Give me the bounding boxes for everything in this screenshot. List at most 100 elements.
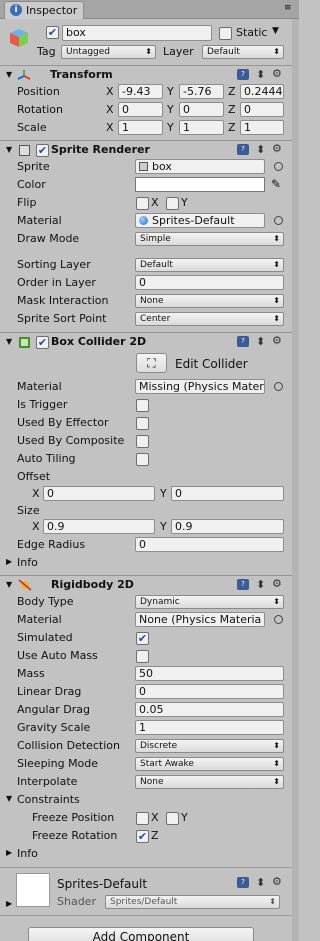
- collider-material-field[interactable]: Missing (Physics Mater: [135, 379, 265, 394]
- scale-y-field[interactable]: 1: [179, 120, 224, 135]
- sprite-sort-point-dropdown[interactable]: Center ⬍: [135, 312, 284, 326]
- collider-info-foldout[interactable]: Info: [17, 556, 38, 570]
- is-trigger-checkbox[interactable]: [136, 399, 149, 412]
- offset-y-axis: Y: [160, 487, 167, 500]
- help-book-icon[interactable]: ?: [237, 69, 249, 80]
- material-field[interactable]: Sprites-Default: [135, 213, 265, 228]
- tag-value: Untagged: [66, 47, 111, 57]
- flip-y-checkbox[interactable]: [166, 197, 179, 210]
- component-settings-icon[interactable]: ⚙: [272, 143, 282, 155]
- flip-x-checkbox[interactable]: [136, 197, 149, 210]
- sprite-field[interactable]: box: [135, 159, 265, 174]
- static-checkbox[interactable]: [219, 27, 232, 40]
- layer-value: Default: [207, 47, 240, 57]
- object-picker-icon[interactable]: [274, 615, 283, 624]
- color-picker-icon[interactable]: ✎: [271, 177, 281, 191]
- linear-drag-field[interactable]: 0: [135, 684, 284, 699]
- static-dropdown-icon[interactable]: ▼: [272, 26, 279, 36]
- mask-interaction-dropdown[interactable]: None ⬍: [135, 294, 284, 308]
- scrollbar[interactable]: [292, 19, 299, 941]
- component-settings-icon[interactable]: ⚙: [272, 578, 282, 590]
- used-by-effector-checkbox[interactable]: [136, 417, 149, 430]
- component-settings-icon[interactable]: ⚙: [272, 335, 282, 347]
- sorting-layer-dropdown[interactable]: Default ⬍: [135, 258, 284, 272]
- help-book-icon[interactable]: ?: [237, 579, 249, 590]
- gameobject-active-checkbox[interactable]: ✔: [46, 26, 59, 39]
- fold-open-icon[interactable]: ▼: [6, 576, 12, 594]
- add-component-button[interactable]: Add Component: [28, 927, 254, 941]
- constraints-foldout[interactable]: Constraints: [17, 793, 80, 807]
- size-y-field[interactable]: 0.9: [171, 519, 284, 534]
- freeze-position-y-checkbox[interactable]: [166, 812, 179, 825]
- dropdown-arrow-icon: ⬍: [273, 234, 280, 243]
- box-collider-header[interactable]: ▼ ✔ Box Collider 2D ? ⬍ ⚙: [0, 332, 299, 351]
- object-picker-icon[interactable]: [274, 382, 283, 391]
- fold-closed-icon[interactable]: ▶: [6, 557, 12, 566]
- body-type-dropdown[interactable]: Dynamic ⬍: [135, 595, 284, 609]
- object-picker-icon[interactable]: [274, 216, 283, 225]
- preset-icon[interactable]: ⬍: [256, 144, 265, 156]
- size-x-field[interactable]: 0.9: [43, 519, 155, 534]
- auto-tiling-label: Auto Tiling: [17, 452, 76, 465]
- transform-header[interactable]: ▼ Transform ? ⬍ ⚙: [0, 65, 299, 84]
- preset-icon[interactable]: ⬍: [256, 336, 265, 348]
- freeze-rotation-z-checkbox[interactable]: ✔: [136, 830, 149, 843]
- rigidbody-header[interactable]: ▼ Rigidbody 2D ? ⬍ ⚙: [0, 575, 299, 594]
- fold-open-icon[interactable]: ▼: [6, 333, 12, 351]
- mass-field[interactable]: 50: [135, 666, 284, 681]
- tab-menu-icon[interactable]: ≡: [284, 3, 292, 13]
- layer-dropdown[interactable]: Default ⬍: [202, 45, 284, 59]
- component-settings-icon[interactable]: ⚙: [272, 876, 282, 888]
- interpolate-dropdown[interactable]: None ⬍: [135, 775, 284, 789]
- tab-inspector[interactable]: i Inspector: [4, 1, 84, 19]
- scale-x-field[interactable]: 1: [118, 120, 163, 135]
- offset-y-field[interactable]: 0: [171, 486, 284, 501]
- fold-open-icon[interactable]: ▼: [6, 66, 12, 84]
- preset-icon[interactable]: ⬍: [256, 877, 265, 889]
- fold-closed-icon[interactable]: ▶: [6, 848, 12, 857]
- tag-dropdown[interactable]: Untagged ⬍: [61, 45, 156, 59]
- collision-detection-dropdown[interactable]: Discrete ⬍: [135, 739, 284, 753]
- static-label: Static: [236, 26, 268, 39]
- position-z-field[interactable]: 0.2444: [240, 84, 284, 99]
- help-book-icon[interactable]: ?: [237, 336, 249, 347]
- auto-tiling-checkbox[interactable]: [136, 453, 149, 466]
- rigidbody-info-foldout[interactable]: Info: [17, 847, 38, 861]
- shader-dropdown[interactable]: Sprites/Default ⬍: [105, 895, 280, 909]
- sprite-renderer-enabled-checkbox[interactable]: ✔: [36, 144, 49, 157]
- angular-drag-field[interactable]: 0.05: [135, 702, 284, 717]
- rotation-x-field[interactable]: 0: [118, 102, 163, 117]
- rotation-y-field[interactable]: 0: [179, 102, 224, 117]
- position-x-field[interactable]: -9.43: [118, 84, 163, 99]
- draw-mode-dropdown[interactable]: Simple ⬍: [135, 232, 284, 246]
- help-book-icon[interactable]: ?: [237, 144, 249, 155]
- rotation-z-field[interactable]: 0: [240, 102, 284, 117]
- use-auto-mass-checkbox[interactable]: [136, 650, 149, 663]
- fold-closed-icon[interactable]: ▶: [6, 899, 12, 908]
- help-book-icon[interactable]: ?: [237, 877, 249, 888]
- interpolate-label: Interpolate: [17, 775, 78, 788]
- preset-icon[interactable]: ⬍: [256, 579, 265, 591]
- gameobject-name-field[interactable]: box: [62, 25, 212, 41]
- component-settings-icon[interactable]: ⚙: [272, 68, 282, 80]
- edit-collider-button[interactable]: ⛶: [136, 353, 167, 373]
- rb-material-field[interactable]: None (Physics Materia: [135, 612, 265, 627]
- sleeping-mode-dropdown[interactable]: Start Awake ⬍: [135, 757, 284, 771]
- offset-x-field[interactable]: 0: [43, 486, 155, 501]
- box-collider-enabled-checkbox[interactable]: ✔: [36, 336, 49, 349]
- scale-z-field[interactable]: 1: [240, 120, 284, 135]
- used-by-composite-checkbox[interactable]: [136, 435, 149, 448]
- freeze-position-x-checkbox[interactable]: [136, 812, 149, 825]
- position-y-field[interactable]: -5.76: [179, 84, 224, 99]
- box-collider-title: Box Collider 2D: [51, 335, 147, 348]
- preset-icon[interactable]: ⬍: [256, 69, 265, 81]
- fold-open-icon[interactable]: ▼: [6, 141, 12, 159]
- object-picker-icon[interactable]: [274, 162, 283, 171]
- gravity-scale-field[interactable]: 1: [135, 720, 284, 735]
- fold-open-icon[interactable]: ▼: [6, 794, 12, 803]
- order-in-layer-field[interactable]: 0: [135, 275, 284, 290]
- edge-radius-field[interactable]: 0: [135, 537, 284, 552]
- simulated-checkbox[interactable]: ✔: [136, 632, 149, 645]
- color-swatch[interactable]: [135, 177, 265, 192]
- sprite-renderer-header[interactable]: ▼ ✔ Sprite Renderer ? ⬍ ⚙: [0, 140, 299, 159]
